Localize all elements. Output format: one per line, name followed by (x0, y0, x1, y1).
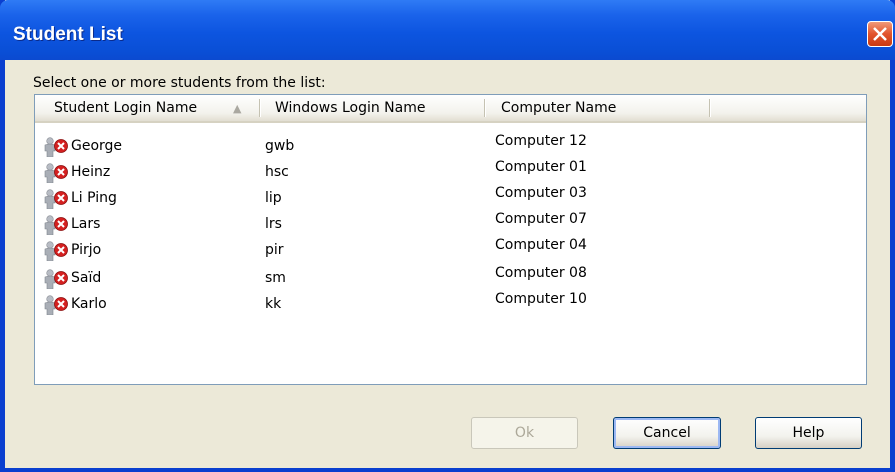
student-login-name: George (71, 138, 123, 154)
help-button[interactable]: Help (755, 417, 862, 449)
computer-name: Computer 12 (495, 133, 587, 149)
student-login-name: Saïd (71, 270, 102, 286)
ok-button[interactable]: Ok (471, 417, 578, 449)
student-disconnected-icon (44, 189, 68, 209)
student-login-name: Heinz (71, 164, 111, 180)
student-login-name: Li Ping (71, 190, 117, 206)
sort-ascending-icon: ▲ (233, 102, 242, 115)
cancel-button[interactable]: Cancel (613, 417, 721, 449)
close-button[interactable] (867, 21, 893, 47)
student-login-name: Karlo (71, 296, 107, 312)
windows-login-name: kk (265, 296, 282, 312)
student-disconnected-icon (44, 295, 68, 315)
table-row[interactable]: Pirjo pir Computer 04 (35, 237, 866, 263)
table-row[interactable]: Heinz hsc Computer 01 (35, 159, 866, 185)
column-divider[interactable] (484, 99, 486, 117)
student-disconnected-icon (44, 163, 68, 183)
windows-login-name: sm (265, 270, 286, 286)
student-disconnected-icon (44, 215, 68, 235)
computer-name: Computer 01 (495, 159, 587, 175)
computer-name: Computer 04 (495, 237, 587, 253)
window-title: Student List (13, 24, 123, 45)
student-list-dialog: Student List Select one or more students… (0, 0, 895, 472)
windows-login-name: lip (265, 190, 282, 206)
student-login-name: Lars (71, 216, 101, 232)
table-row[interactable]: Lars lrs Computer 07 (35, 211, 866, 237)
windows-login-name: hsc (265, 164, 289, 180)
computer-name: Computer 03 (495, 185, 587, 201)
title-bar[interactable]: Student List (0, 0, 895, 60)
table-row[interactable]: George gwb Computer 12 (35, 133, 866, 159)
list-header: Student Login Name ▲ Windows Login Name … (35, 95, 866, 123)
column-divider[interactable] (709, 99, 711, 117)
windows-login-name: pir (265, 242, 284, 258)
student-disconnected-icon (44, 241, 68, 261)
windows-login-name: lrs (265, 216, 282, 232)
windows-login-name: gwb (265, 138, 295, 154)
column-header-student-login[interactable]: Student Login Name (54, 95, 197, 121)
computer-name: Computer 10 (495, 291, 587, 307)
student-disconnected-icon (44, 137, 68, 157)
table-row[interactable]: Karlo kk Computer 10 (35, 291, 866, 317)
computer-name: Computer 07 (495, 211, 587, 227)
table-row[interactable]: Li Ping lip Computer 03 (35, 185, 866, 211)
column-header-computer-name[interactable]: Computer Name (501, 95, 616, 121)
student-login-name: Pirjo (71, 242, 102, 258)
instruction-label: Select one or more students from the lis… (33, 75, 326, 91)
column-header-windows-login[interactable]: Windows Login Name (275, 95, 425, 121)
student-disconnected-icon (44, 269, 68, 289)
table-row[interactable]: Saïd sm Computer 08 (35, 265, 866, 291)
computer-name: Computer 08 (495, 265, 587, 281)
close-icon (873, 27, 887, 41)
column-divider[interactable] (259, 99, 261, 117)
student-list[interactable]: Student Login Name ▲ Windows Login Name … (34, 94, 867, 385)
